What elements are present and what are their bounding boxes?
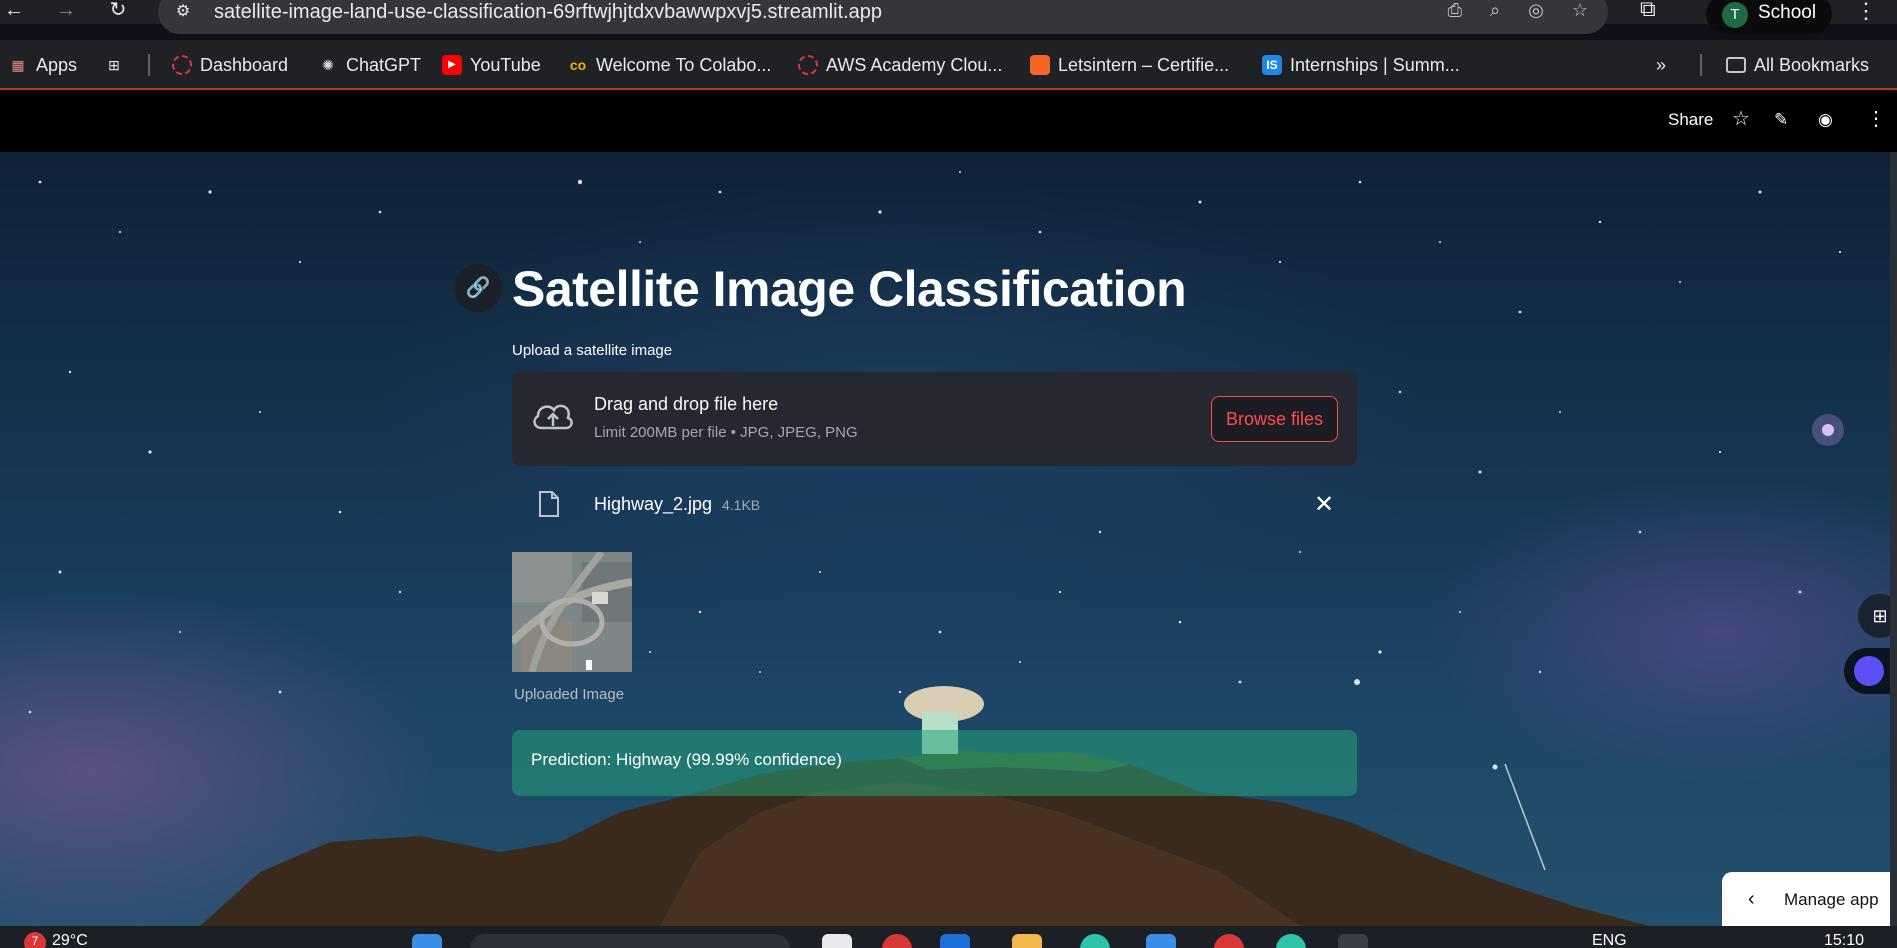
bookmark-internshala[interactable]: IS Internships | Summ... <box>1262 52 1460 78</box>
chevron-left-icon: ‹ <box>1748 888 1755 910</box>
title-anchor-link-icon[interactable]: 🔗 <box>454 264 502 312</box>
app-main: 🔗 Satellite Image Classification Upload … <box>0 152 1890 926</box>
omnibox-actions: ⎙ ⌕ ◎ ☆ <box>1448 0 1588 21</box>
weather-temperature[interactable]: 29°C <box>52 932 88 948</box>
install-app-icon[interactable]: ⎙ <box>1448 0 1462 21</box>
youtube-icon: ▶ <box>442 55 462 75</box>
bookmark-label: YouTube <box>470 54 541 75</box>
apps-grid-icon: ▦ <box>11 57 25 73</box>
profile-label: School <box>1758 2 1817 23</box>
cloud-upload-icon <box>533 404 573 430</box>
manage-app-button[interactable]: ‹ Manage app <box>1722 872 1890 926</box>
chrome-icon[interactable] <box>1338 934 1368 948</box>
address-bar[interactable]: ⚙ satellite-image-land-use-classificatio… <box>158 0 1608 34</box>
highway-aerial-thumbnail <box>512 552 632 672</box>
file-name: Highway_2.jpg <box>594 494 713 514</box>
browser-toolbar: ← → ↻ ⚙ satellite-image-land-use-classif… <box>0 0 1897 34</box>
avatar: T <box>1722 2 1748 28</box>
assistant-bot-button[interactable] <box>1844 648 1890 694</box>
url-text[interactable]: satellite-image-land-use-classification-… <box>214 0 882 24</box>
edit-pencil-icon[interactable]: ✎ <box>1774 110 1788 130</box>
uploaded-image <box>512 552 632 672</box>
bookmark-label: Apps <box>36 54 78 75</box>
bookmark-colab[interactable]: co Welcome To Colabo... <box>568 52 772 78</box>
all-bookmarks-label: All Bookmarks <box>1754 54 1870 75</box>
dropzone-title: Drag and drop file here <box>594 394 779 414</box>
windows-start-icon[interactable] <box>412 934 442 948</box>
taskbar-app-icon[interactable] <box>822 934 852 948</box>
share-button[interactable]: Share <box>1668 110 1713 130</box>
github-icon[interactable]: ◉ <box>1818 110 1833 130</box>
site-info-icon[interactable]: ⚙ <box>172 1 194 23</box>
favorite-star-icon[interactable]: ☆ <box>1732 106 1750 131</box>
weather-badge: 7 <box>24 932 46 948</box>
taskbar-app-icon[interactable] <box>940 934 970 948</box>
file-size: 4.1KB <box>722 497 761 513</box>
file-dropzone[interactable]: Drag and drop file here Limit 200MB per … <box>512 372 1357 466</box>
clock[interactable]: 15:10 <box>1824 932 1864 948</box>
taskbar-app-icon[interactable] <box>882 934 912 948</box>
chatgpt-icon: ✺ <box>322 57 334 73</box>
os-taskbar: 7 29°C ENG 15:10 <box>0 926 1897 948</box>
prediction-success-alert: Prediction: Highway (99.99% confidence) <box>512 730 1357 796</box>
all-bookmarks-folder[interactable]: All Bookmarks <box>1726 52 1869 78</box>
taskbar-app-icon[interactable] <box>1146 934 1176 948</box>
bookmark-letsintern[interactable]: Letsintern – Certifie... <box>1030 52 1229 78</box>
uploaded-file-row: Highway_2.jpg 4.1KB ✕ <box>512 478 1357 530</box>
internshala-icon: IS <box>1262 55 1282 75</box>
page-scrollbar[interactable] <box>1890 152 1897 926</box>
extensions-icon[interactable]: ⧉ <box>1640 0 1656 22</box>
chrome-icon[interactable] <box>1276 934 1306 948</box>
bookmark-dashboard[interactable]: Dashboard <box>172 52 288 78</box>
taskbar-app-icon[interactable] <box>1080 934 1110 948</box>
browser-menu-icon[interactable]: ⋮ <box>1855 0 1877 24</box>
dashboard-icon <box>172 55 192 75</box>
folder-icon[interactable] <box>1012 934 1042 948</box>
reload-icon[interactable]: ↻ <box>104 0 132 22</box>
manage-app-label: Manage app <box>1784 890 1879 909</box>
folder-icon <box>1726 57 1746 73</box>
bookmark-youtube[interactable]: ▶ YouTube <box>442 52 541 78</box>
letsintern-icon <box>1030 55 1050 75</box>
streamlit-header: Share ☆ ✎ ◉ ⋮ <box>0 92 1897 152</box>
profile-button[interactable]: T School <box>1706 0 1832 34</box>
bookmark-label: AWS Academy Clou... <box>826 54 1003 75</box>
forward-icon[interactable]: → <box>52 0 80 22</box>
upload-label: Upload a satellite image <box>512 342 673 359</box>
language-indicator[interactable]: ENG <box>1592 932 1627 948</box>
chrome-icon[interactable] <box>1214 934 1244 948</box>
taskbar-search-box[interactable] <box>470 934 790 948</box>
bookmarks-bar: ▦ Apps ⊞ Dashboard ✺ ChatGPT ▶ YouTube c… <box>0 40 1897 90</box>
dropzone-subtitle: Limit 200MB per file • JPG, JPEG, PNG <box>594 424 858 441</box>
file-icon <box>539 491 559 517</box>
prediction-text: Prediction: Highway (99.99% confidence) <box>531 750 842 769</box>
page-title: Satellite Image Classification <box>512 261 1187 317</box>
bookmark-aws[interactable]: AWS Academy Clou... <box>798 52 1002 78</box>
bookmark-apps[interactable]: ▦ Apps <box>8 52 77 78</box>
remove-file-icon[interactable]: ✕ <box>1314 490 1334 519</box>
grid-icon: ⊞ <box>108 57 120 73</box>
bookmark-chatgpt[interactable]: ✺ ChatGPT <box>318 52 421 78</box>
bookmark-label: Internships | Summ... <box>1290 54 1460 75</box>
bookmark-separator <box>1700 54 1702 76</box>
tab-groups-icon[interactable]: ⊞ <box>104 52 124 78</box>
zoom-icon[interactable]: ⌕ <box>1490 0 1500 21</box>
bookmark-label: Welcome To Colabo... <box>596 54 772 75</box>
browse-files-button[interactable]: Browse files <box>1211 396 1338 442</box>
image-caption: Uploaded Image <box>514 686 625 703</box>
back-icon[interactable]: ← <box>0 0 28 22</box>
colab-icon: co <box>569 57 587 73</box>
bookmark-label: Letsintern – Certifie... <box>1058 54 1230 75</box>
more-bookmarks-icon[interactable]: » <box>1656 52 1666 78</box>
eye-slash-icon[interactable]: ◎ <box>1528 0 1544 21</box>
bookmark-label: ChatGPT <box>346 54 422 75</box>
bookmark-label: Dashboard <box>200 54 289 75</box>
bookmark-star-icon[interactable]: ☆ <box>1572 0 1588 21</box>
app-menu-icon[interactable]: ⋮ <box>1866 106 1886 131</box>
bot-face-icon <box>1854 656 1884 686</box>
aws-icon <box>798 55 818 75</box>
bookmark-separator <box>148 54 150 76</box>
